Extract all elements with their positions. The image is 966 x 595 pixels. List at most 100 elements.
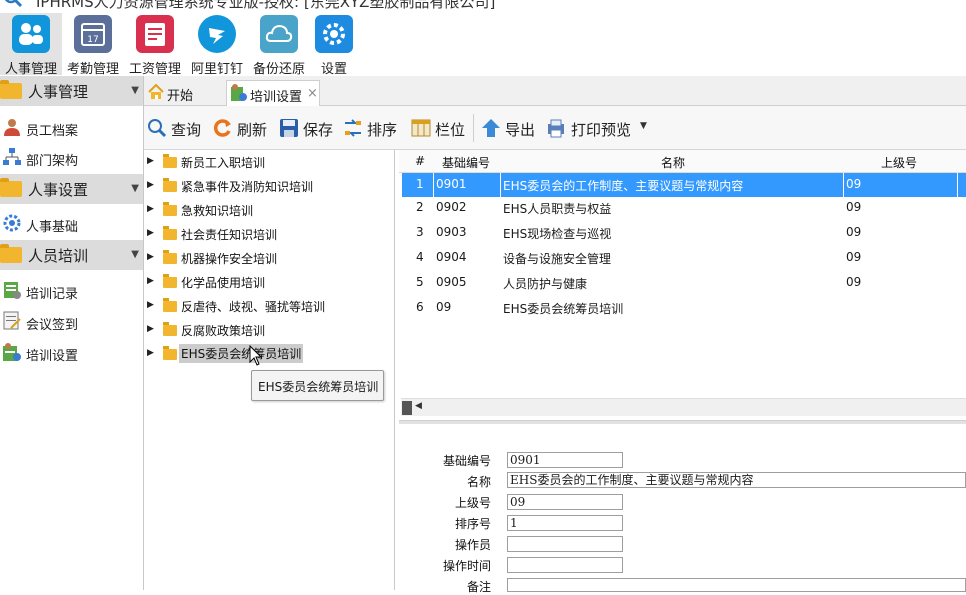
- cell-num: 6: [416, 300, 424, 314]
- cell-name: 人员防护与健康: [503, 277, 588, 291]
- org-chart-icon: [3, 148, 21, 165]
- cell-divider: [500, 173, 501, 197]
- tree-node-label: 新员工入职培训: [181, 156, 266, 170]
- sidebar-item-label: 人事基础: [26, 220, 79, 235]
- module-label: 设置: [320, 62, 347, 77]
- sidebar-item-org-structure[interactable]: 部门架构: [0, 144, 143, 172]
- sort-label: 排序: [367, 121, 398, 139]
- expand-arrow-icon[interactable]: ▶: [147, 228, 154, 238]
- table-row[interactable]: 1 0901 EHS委员会的工作制度、主要议题与常规内容 09: [402, 173, 966, 197]
- expand-arrow-icon[interactable]: ▶: [147, 300, 154, 310]
- code-field[interactable]: 0901: [507, 452, 623, 468]
- tree-node[interactable]: ▶ 新员工入职培训: [145, 151, 393, 173]
- folder-icon: [163, 322, 177, 336]
- column-header-name[interactable]: 名称: [661, 154, 685, 171]
- tree-node-label: 反虐待、歧视、骚扰等培训: [181, 300, 326, 314]
- cell-code: 0904: [436, 250, 467, 264]
- home-icon: [148, 83, 164, 99]
- tab-home[interactable]: 开始: [144, 80, 224, 106]
- expand-arrow-icon[interactable]: ▶: [147, 180, 154, 190]
- mouse-pointer-icon: [249, 345, 263, 366]
- column-header-parent[interactable]: 上级号: [881, 154, 917, 171]
- folder-icon: [163, 202, 177, 216]
- tree-node[interactable]: ▶ 化学品使用培训: [145, 271, 393, 293]
- sidebar-section-training[interactable]: 人员培训 ▼: [0, 240, 143, 270]
- table-row[interactable]: 6 09 EHS委员会统筹员培训: [402, 296, 966, 320]
- expand-arrow-icon[interactable]: ▶: [147, 252, 154, 262]
- section-label: 人员培训: [28, 247, 89, 265]
- module-payroll[interactable]: 工资管理: [124, 13, 186, 77]
- folder-icon: [163, 154, 177, 168]
- module-attendance[interactable]: 17 考勤管理: [62, 13, 124, 77]
- sidebar-section-hr-settings[interactable]: 人事设置 ▼: [0, 174, 143, 204]
- cell-num: 5: [416, 275, 424, 289]
- tab-label: 开始: [167, 89, 194, 104]
- cell-num: 3: [416, 225, 424, 239]
- tree-node[interactable]: ▶ 急救知识培训: [145, 199, 393, 221]
- sort-order-field[interactable]: 1: [507, 515, 623, 531]
- table-row[interactable]: 2 0902 EHS人员职责与权益 09: [402, 196, 966, 220]
- expand-arrow-icon[interactable]: ▶: [147, 276, 154, 286]
- table-row[interactable]: 5 0905 人员防护与健康 09: [402, 271, 966, 295]
- sidebar-item-training-settings[interactable]: 培训设置: [0, 339, 143, 367]
- expand-arrow-icon[interactable]: ▶: [147, 348, 154, 358]
- tab-bar: 开始 培训设置 ×: [144, 76, 966, 106]
- name-field[interactable]: EHS委员会的工作制度、主要议题与常规内容: [507, 472, 966, 488]
- tree-node-label: 反腐败政策培训: [181, 324, 266, 338]
- horizontal-scrollbar[interactable]: ◀: [401, 398, 966, 416]
- table-row[interactable]: 4 0904 设备与设施安全管理 09: [402, 246, 966, 270]
- cell-code: 0902: [436, 200, 467, 214]
- module-label: 工资管理: [128, 62, 181, 77]
- parent-field[interactable]: 09: [507, 494, 623, 510]
- sidebar-item-meeting-signin[interactable]: 会议签到: [0, 308, 143, 336]
- scrollbar-thumb[interactable]: [402, 401, 412, 415]
- tree-node[interactable]: ▶ 反腐败政策培训: [145, 319, 393, 341]
- tree-node[interactable]: ▶ EHS委员会统筹员培训: [145, 343, 393, 365]
- cell-code: 0901: [436, 177, 467, 191]
- sidebar-item-label: 培训记录: [26, 287, 79, 302]
- print-preview-icon: [548, 119, 564, 138]
- export-label: 导出: [505, 121, 536, 139]
- tree-node[interactable]: ▶ 社会责任知识培训: [145, 223, 393, 245]
- tab-close-icon[interactable]: ×: [307, 86, 318, 101]
- dingtalk-icon: [198, 15, 236, 53]
- sidebar-item-employee-files[interactable]: 员工档案: [0, 114, 143, 142]
- scroll-left-arrow-icon[interactable]: ◀: [415, 401, 422, 411]
- operator-field[interactable]: [507, 536, 623, 552]
- column-header-code[interactable]: 基础编号: [442, 154, 490, 171]
- tab-training-settings[interactable]: 培训设置 ×: [226, 80, 320, 106]
- tree-node-label: 紧急事件及消防知识培训: [181, 180, 314, 194]
- refresh-label: 刷新: [237, 121, 268, 139]
- cell-parent: 09: [846, 250, 862, 264]
- module-bar: IPHRMS人力资源管理系统专业版-授权: [东莞XYZ塑胶制品有限公司] 人事…: [0, 0, 966, 77]
- tree-node-label: 化学品使用培训: [181, 276, 266, 290]
- tree-node[interactable]: ▶ 反虐待、歧视、骚扰等培训: [145, 295, 393, 317]
- folder-icon: [163, 346, 177, 360]
- cell-divider: [957, 173, 958, 197]
- operation-time-field[interactable]: [507, 557, 623, 573]
- expand-arrow-icon[interactable]: ▶: [147, 324, 154, 334]
- column-header-num[interactable]: #: [415, 154, 425, 168]
- expand-arrow-icon[interactable]: ▶: [147, 204, 154, 214]
- module-label: 阿里钉钉: [190, 62, 243, 77]
- sidebar-item-label: 会议签到: [26, 318, 79, 333]
- sidebar-item-hr-basics[interactable]: 人事基础: [0, 210, 143, 238]
- cloud-icon: [260, 15, 298, 53]
- module-label: 人事管理: [4, 62, 57, 77]
- table-row[interactable]: 3 0903 EHS现场检查与巡视 09: [402, 221, 966, 245]
- window-title: IPHRMS人力资源管理系统专业版-授权: [东莞XYZ塑胶制品有限公司]: [36, 0, 496, 11]
- module-settings[interactable]: 设置: [303, 13, 365, 77]
- folder-icon: [163, 178, 177, 192]
- export-arrow-icon: [482, 119, 500, 137]
- tree-node[interactable]: ▶ 紧急事件及消防知识培训: [145, 175, 393, 197]
- code-label: 基础编号: [442, 454, 491, 468]
- sidebar-section-hr[interactable]: 人事管理 ▼: [0, 76, 143, 106]
- sidebar-item-training-records[interactable]: 培训记录: [0, 277, 143, 305]
- tree-node[interactable]: ▶ 机器操作安全培训: [145, 247, 393, 269]
- module-hr[interactable]: 人事管理: [0, 13, 62, 77]
- caret-down-icon[interactable]: ▼: [640, 121, 647, 131]
- expand-arrow-icon[interactable]: ▶: [147, 156, 154, 166]
- module-dingtalk[interactable]: 阿里钉钉: [186, 13, 248, 77]
- panel-splitter[interactable]: [399, 420, 966, 424]
- caret-down-icon: ▼: [131, 249, 139, 260]
